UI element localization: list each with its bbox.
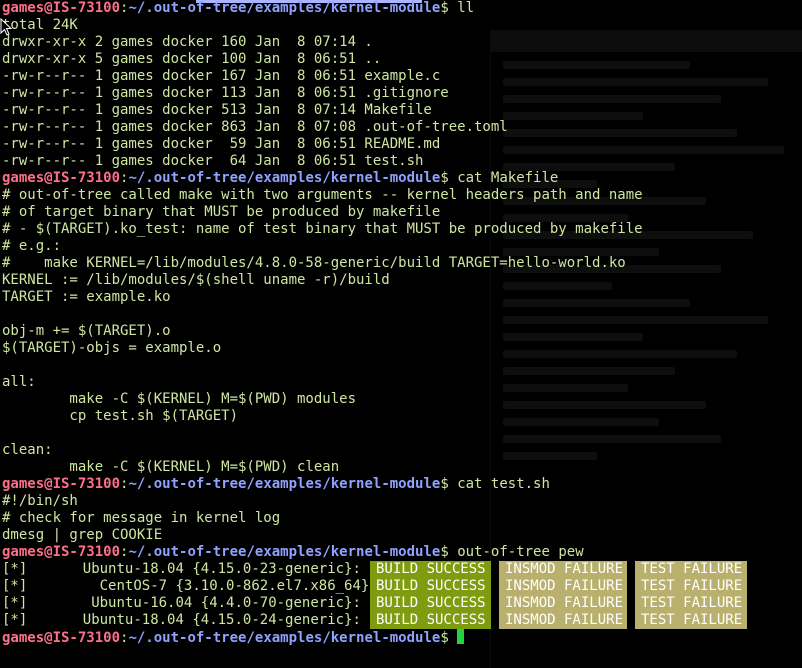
script-line: dmesg | grep COOKIE [2,527,163,543]
prompt-path: ~/.out-of-tree/examples/kernel-module [128,476,441,492]
prompt-path: ~/.out-of-tree/examples/kernel-module [128,630,441,646]
prompt-symbol: $ [440,630,449,646]
prompt-symbol: $ [440,0,449,16]
ls-output-line: total 24K [2,17,78,33]
makefile-line: # e.g.: [2,238,62,254]
ls-output-line: drwxr-xr-x 2 games docker 160 Jan 8 07:1… [2,34,373,50]
build-status-badge: BUILD SUCCESS [370,561,491,578]
prompt-path: ~/.out-of-tree/examples/kernel-module [128,544,441,560]
insmod-status-badge: INSMOD FAILURE [499,612,627,629]
ls-output-line: -rw-r--r-- 1 games docker 513 Jan 8 07:1… [2,102,432,118]
ls-output-line: -rw-r--r-- 1 games docker 64 Jan 8 06:51… [2,153,424,169]
makefile-line: KERNEL := /lib/modules/$(shell uname -r)… [2,272,390,288]
makefile-line [2,306,802,323]
result-distro-label: Ubuntu-16.04 {4.4.0-70-generic}: [32,595,361,611]
prompt-symbol: $ [440,476,449,492]
makefile-line [2,357,802,374]
command-text[interactable]: cat test.sh [457,476,550,492]
result-row: [*] Ubuntu-18.04 {4.15.0-23-generic}: BUI… [2,561,802,578]
result-distro-label: Ubuntu-18.04 {4.15.0-23-generic}: [32,561,361,577]
prompt-symbol: $ [440,170,449,186]
insmod-status-badge: INSMOD FAILURE [499,561,627,578]
arrow-cursor-icon [0,18,12,36]
prompt-line: games@IS-73100:~/.out-of-tree/examples/k… [2,476,802,493]
result-distro-label: CentOS-7 {3.10.0-862.el7.x86_64}: [32,578,378,594]
makefile-line: # out-of-tree called make with two argum… [2,187,643,203]
makefile-line [2,425,802,442]
makefile-line: # make KERNEL=/lib/modules/4.8.0-58-gene… [2,255,626,271]
prompt-user: games@IS-73100 [2,476,121,492]
insmod-status-badge: INSMOD FAILURE [499,595,627,612]
command-text[interactable]: ll [457,0,474,16]
prompt-line: games@IS-73100:~/.out-of-tree/examples/k… [2,170,802,187]
test-status-badge: TEST FAILURE [635,595,747,612]
result-distro-label: Ubuntu-18.04 {4.15.0-24-generic}: [32,612,361,628]
insmod-status-badge: INSMOD FAILURE [499,578,627,595]
makefile-line: $(TARGET)-objs = example.o [2,340,222,356]
test-status-badge: TEST FAILURE [635,578,747,595]
result-marker: [*] [2,595,28,611]
makefile-line: cp test.sh $(TARGET) [2,408,239,424]
makefile-line: obj-m += $(TARGET).o [2,323,171,339]
prompt-user: games@IS-73100 [2,544,121,560]
prompt-symbol: $ [440,544,449,560]
build-status-badge: BUILD SUCCESS [370,595,491,612]
result-marker: [*] [2,612,28,628]
script-line: # check for message in kernel log [2,510,281,526]
prompt-path: ~/.out-of-tree/examples/kernel-module [128,170,441,186]
build-status-badge: BUILD SUCCESS [370,612,491,629]
result-row: [*] Ubuntu-16.04 {4.4.0-70-generic}: BUIL… [2,595,802,612]
makefile-line: all: [2,374,36,390]
ls-output-line: -rw-r--r-- 1 games docker 167 Jan 8 06:5… [2,68,441,84]
command-text[interactable]: cat Makefile [457,170,558,186]
prompt-path: ~/.out-of-tree/examples/kernel-module [128,0,441,16]
test-status-badge: TEST FAILURE [635,612,747,629]
terminal-output: games@IS-73100:~/.out-of-tree/examples/k… [2,0,802,646]
result-marker: [*] [2,561,28,577]
result-marker: [*] [2,578,28,594]
ls-output-line: -rw-r--r-- 1 games docker 59 Jan 8 06:51… [2,136,441,152]
result-row: [*] Ubuntu-18.04 {4.15.0-24-generic}: BUI… [2,612,802,629]
prompt-line: games@IS-73100:~/.out-of-tree/examples/k… [2,544,802,561]
terminal-window[interactable]: games@IS-73100:~/.out-of-tree/examples/k… [0,0,802,668]
makefile-line: TARGET := example.ko [2,289,171,305]
prompt-user: games@IS-73100 [2,630,121,646]
test-status-badge: TEST FAILURE [635,561,747,578]
ls-output-line: drwxr-xr-x 5 games docker 100 Jan 8 06:5… [2,51,382,67]
prompt-line: games@IS-73100:~/.out-of-tree/examples/k… [2,629,802,646]
makefile-line: clean: [2,442,53,458]
makefile-line: make -C $(KERNEL) M=$(PWD) clean [2,459,340,475]
prompt-line: games@IS-73100:~/.out-of-tree/examples/k… [2,0,802,17]
makefile-line: make -C $(KERNEL) M=$(PWD) modules [2,391,357,407]
script-line: #!/bin/sh [2,493,78,509]
makefile-line: # - $(TARGET).ko_test: name of test bina… [2,221,643,237]
command-text[interactable]: out-of-tree pew [457,544,583,560]
build-status-badge: BUILD SUCCESS [370,578,491,595]
prompt-user: games@IS-73100 [2,170,121,186]
ls-output-line: -rw-r--r-- 1 games docker 113 Jan 8 06:5… [2,85,449,101]
makefile-line: # of target binary that MUST be produced… [2,204,441,220]
ls-output-line: -rw-r--r-- 1 games docker 863 Jan 8 07:0… [2,119,508,135]
prompt-user: games@IS-73100 [2,0,121,16]
block-cursor[interactable] [456,629,464,644]
result-row: [*] CentOS-7 {3.10.0-862.el7.x86_64}: BUI… [2,578,802,595]
